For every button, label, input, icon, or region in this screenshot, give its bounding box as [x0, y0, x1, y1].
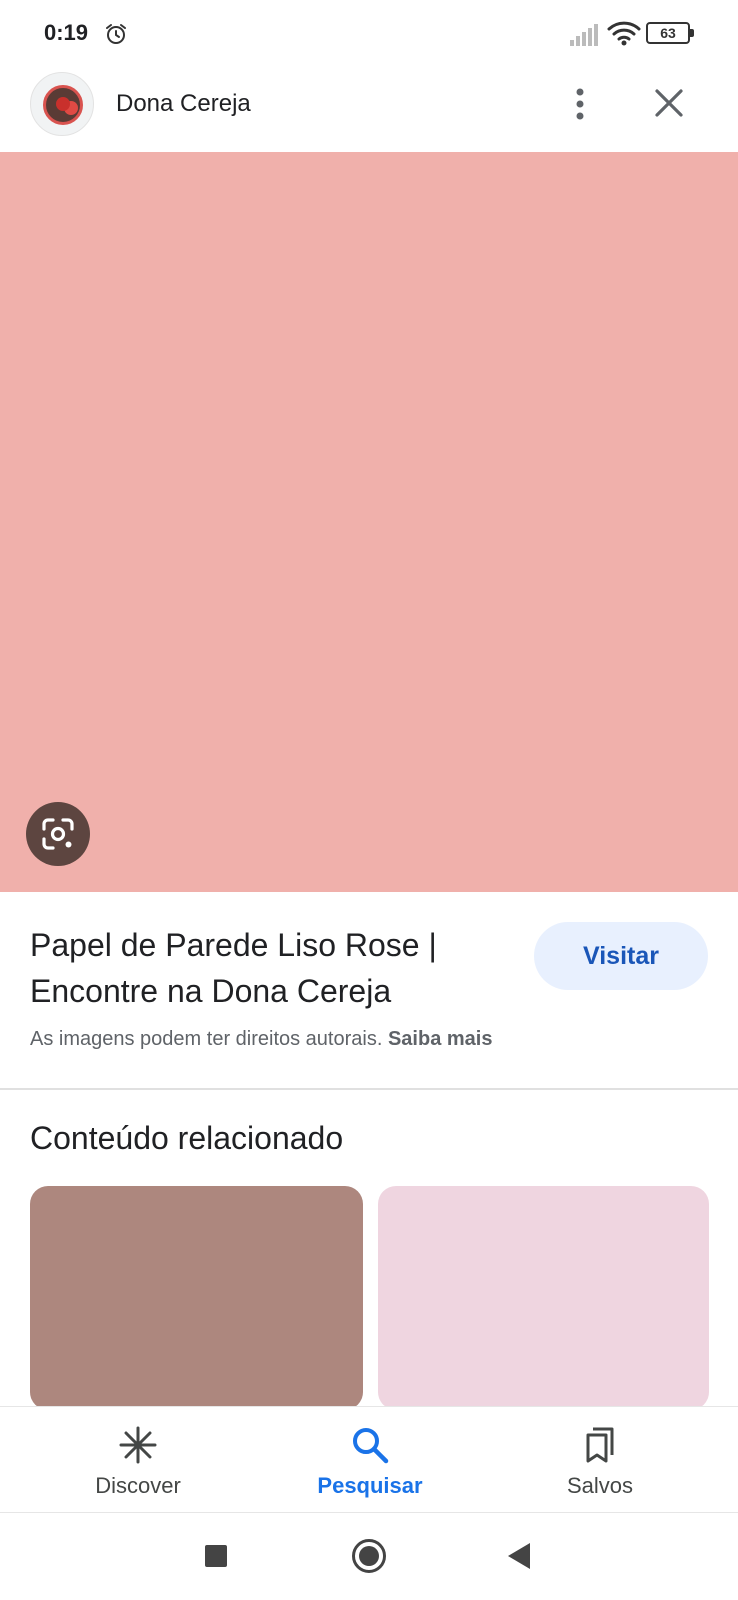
wifi-icon [607, 21, 641, 46]
copyright-notice: As imagens podem ter direitos autorais. … [30, 1028, 492, 1051]
related-card[interactable] [30, 1186, 363, 1410]
recents-icon[interactable] [205, 1545, 227, 1567]
bottom-navigation: Discover Pesquisar Salvos [0, 1406, 738, 1512]
status-time: 0:19 [44, 20, 89, 45]
lens-button[interactable] [26, 802, 90, 866]
nav-search[interactable]: Pesquisar [290, 1407, 450, 1513]
nav-label: Salvos [566, 1473, 634, 1498]
more-vert-icon[interactable] [564, 84, 596, 124]
battery-tip [690, 29, 694, 37]
site-name: Dona Cereja [116, 90, 251, 117]
nav-label: Pesquisar [317, 1473, 423, 1498]
section-divider [0, 1088, 738, 1090]
system-navigation [0, 1513, 738, 1600]
related-card[interactable] [378, 1186, 709, 1410]
alarm-icon [106, 24, 126, 44]
nav-label: Discover [95, 1473, 181, 1498]
visit-button[interactable]: Visitar [534, 922, 708, 990]
image-title[interactable]: Papel de Parede Liso Rose | Encontre na … [30, 922, 510, 1014]
bookmarks-icon [586, 1427, 614, 1463]
nav-saved[interactable]: Salvos [520, 1407, 680, 1513]
app-header: Dona Cereja [0, 64, 738, 152]
google-lens-icon [42, 818, 74, 850]
result-image[interactable] [0, 152, 738, 892]
image-info: Papel de Parede Liso Rose | Encontre na … [0, 892, 738, 1088]
site-logo[interactable] [30, 72, 94, 136]
nav-discover[interactable]: Discover [58, 1407, 218, 1513]
learn-more-link[interactable]: Saiba mais [388, 1028, 493, 1050]
back-icon[interactable] [508, 1543, 530, 1569]
status-bar: 0:19 63 [0, 0, 738, 64]
close-icon[interactable] [652, 86, 686, 120]
battery-level: 63 [646, 22, 690, 44]
related-title: Conteúdo relacionado [30, 1120, 344, 1156]
signal-icon [570, 24, 598, 46]
search-icon [353, 1428, 389, 1464]
copyright-text: As imagens podem ter direitos autorais. [30, 1028, 383, 1050]
battery-icon: 63 [646, 22, 694, 44]
cherry-icon [43, 85, 83, 125]
asterisk-icon [119, 1426, 157, 1464]
home-icon[interactable] [352, 1539, 386, 1573]
